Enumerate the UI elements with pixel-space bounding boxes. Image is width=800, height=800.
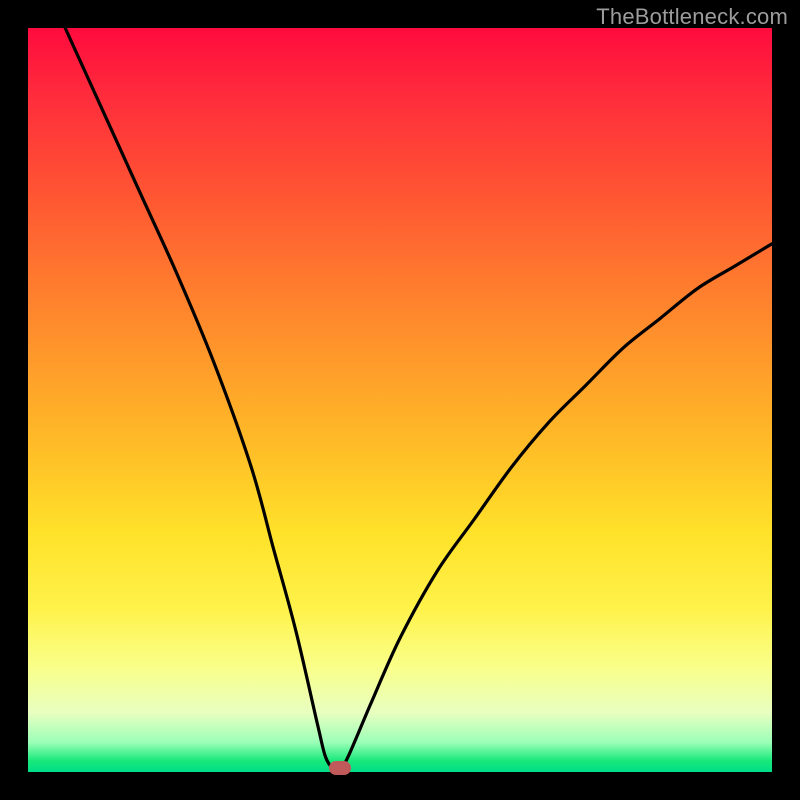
outer-frame: TheBottleneck.com	[0, 0, 800, 800]
bottleneck-curve	[28, 28, 772, 772]
watermark-text: TheBottleneck.com	[596, 4, 788, 30]
plot-area	[28, 28, 772, 772]
optimal-marker	[329, 761, 351, 775]
